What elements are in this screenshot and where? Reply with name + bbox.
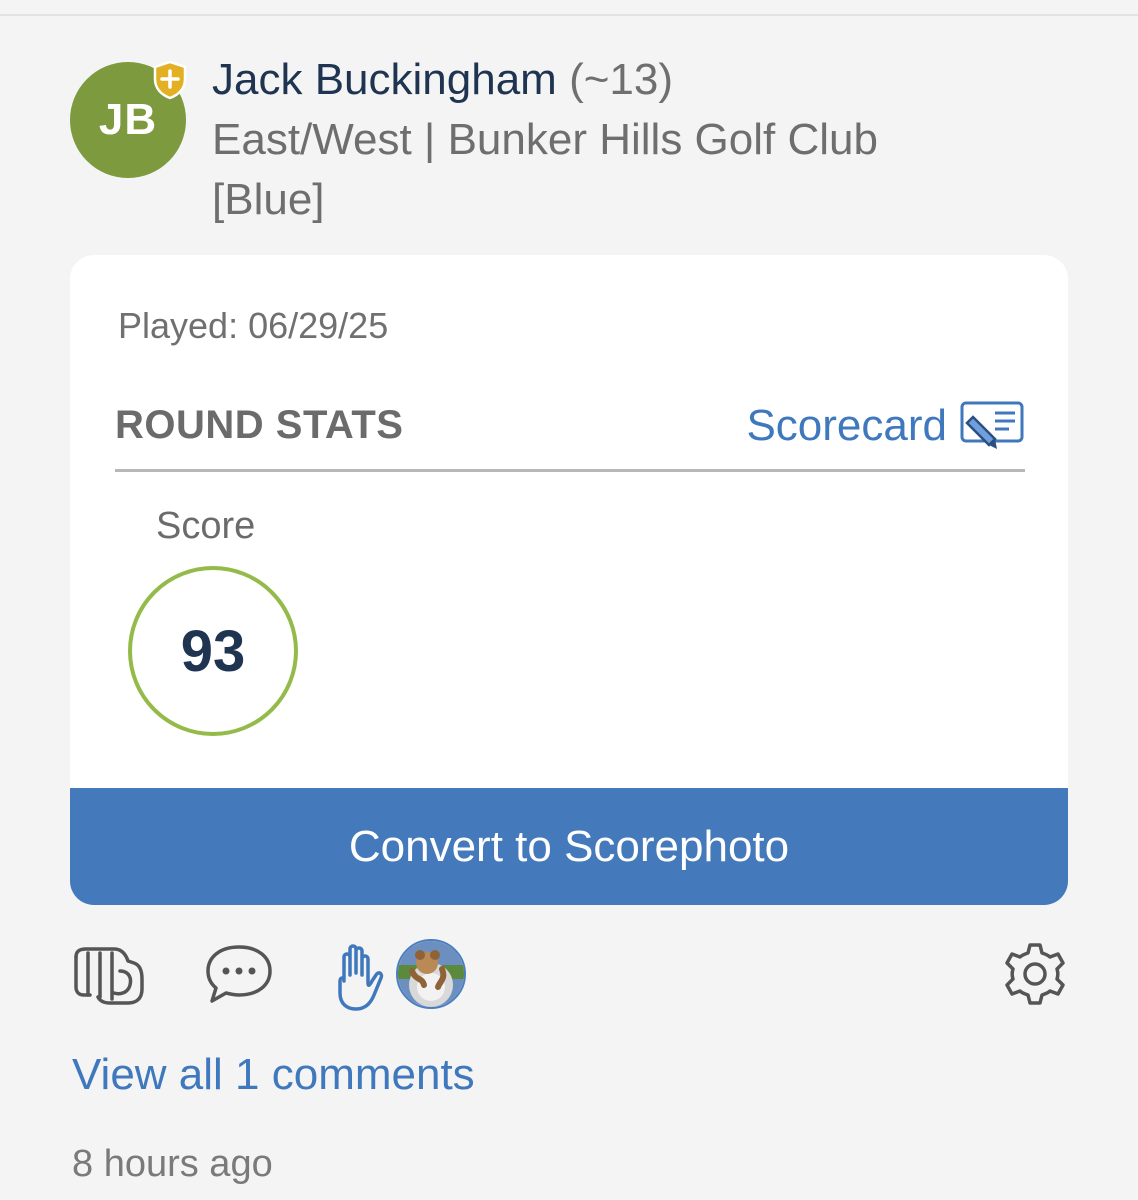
gear-icon[interactable] bbox=[1002, 941, 1068, 1007]
score-label: Score bbox=[156, 505, 256, 547]
reactor-avatar[interactable] bbox=[396, 939, 466, 1009]
top-divider bbox=[0, 14, 1138, 16]
player-handicap: (~13) bbox=[569, 55, 674, 104]
convert-to-scorephoto-button[interactable]: Convert to Scorephoto bbox=[70, 788, 1068, 905]
course-name: East/West | Bunker Hills Golf Club bbox=[212, 115, 878, 164]
view-all-comments-link[interactable]: View all 1 comments bbox=[72, 1050, 475, 1100]
played-date: Played: 06/29/25 bbox=[118, 305, 389, 346]
fist-bump-icon[interactable] bbox=[70, 941, 146, 1007]
stats-divider bbox=[115, 469, 1025, 472]
raised-hand-icon[interactable] bbox=[330, 943, 384, 1011]
avatar-initials: JB bbox=[98, 95, 158, 144]
round-stats-title: ROUND STATS bbox=[115, 403, 404, 447]
score-circle: 93 bbox=[128, 566, 298, 736]
scorecard-edit-icon[interactable] bbox=[959, 399, 1025, 453]
round-stats-header: ROUND STATS Scorecard bbox=[115, 401, 1025, 473]
post-header-text: Jack Buckingham (~13) East/West | Bunker… bbox=[212, 50, 1032, 230]
round-card: Played: 06/29/25 ROUND STATS Scorecard S… bbox=[70, 255, 1068, 905]
comment-icon[interactable] bbox=[204, 943, 274, 1005]
scorecard-link[interactable]: Scorecard bbox=[746, 401, 947, 451]
player-name[interactable]: Jack Buckingham bbox=[212, 55, 557, 104]
post-timestamp: 8 hours ago bbox=[72, 1143, 273, 1185]
player-name-line: Jack Buckingham (~13) bbox=[212, 50, 1032, 110]
reactor-photo bbox=[398, 941, 464, 1007]
shield-plus-icon bbox=[153, 60, 187, 100]
tee-name: [Blue] bbox=[212, 175, 325, 224]
post-actions-bar bbox=[70, 935, 1070, 1015]
score-value: 93 bbox=[180, 618, 246, 684]
